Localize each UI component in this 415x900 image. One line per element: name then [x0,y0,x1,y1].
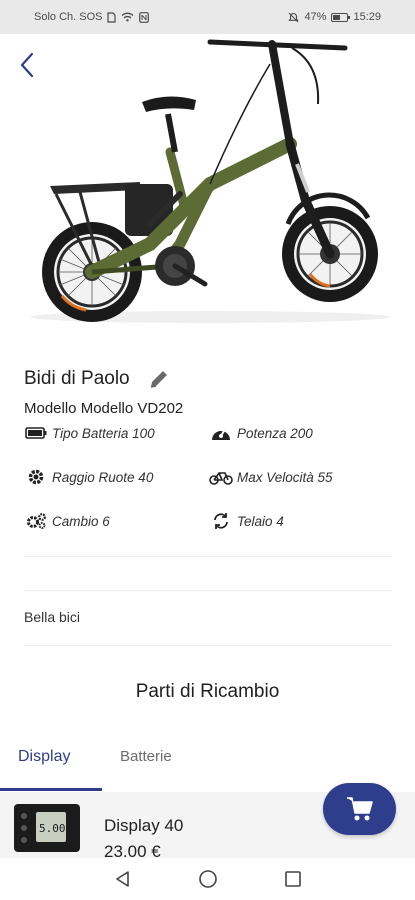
svg-text:5.00: 5.00 [39,822,66,835]
divider [24,556,392,557]
spare-parts-title: Parti di Ricambio [135,681,280,702]
back-button[interactable] [14,48,40,82]
divider [24,645,392,646]
nav-recents-button[interactable] [278,864,308,894]
folding-ebike-illustration [30,39,390,323]
part-name: Display 40 [104,816,184,835]
part-price: 23.00 € [104,842,161,858]
sim-icon [107,11,117,23]
nfc-icon [139,11,150,23]
spec-frame-text: Telaio 4 [237,513,284,529]
cart-button[interactable] [323,783,396,835]
cart-icon [346,797,373,821]
nav-back-button[interactable] [108,864,138,894]
spec-battery: Tipo Batteria 100 [24,423,209,443]
gears-icon [24,511,48,531]
status-right: 47% 15:29 [288,11,381,23]
battery-percent: 47% [304,11,327,23]
battery-icon [331,12,351,22]
wifi-icon [122,12,134,22]
spec-wheel: Raggio Ruote 40 [24,467,209,487]
battery-icon [24,423,48,443]
spec-wheel-text: Raggio Ruote 40 [52,469,154,485]
divider [24,590,392,591]
carrier-text: Solo Ch. SOS [34,11,103,23]
bike-image [0,34,415,334]
chevron-left-icon [20,52,34,78]
sync-icon [209,511,233,531]
spec-power-text: Potenza 200 [237,425,313,441]
system-nav-bar [0,858,415,900]
bike-name: Bidi di Paolo [24,368,130,389]
bicycle-icon [209,467,233,487]
status-bar: Solo Ch. SOS 47% 15:29 [0,0,415,34]
speedometer-icon [209,423,233,443]
tab-indicator [0,788,102,791]
spec-frame: Telaio 4 [209,511,394,531]
tab-display[interactable]: Display [18,748,70,766]
spec-grid: Tipo Batteria 100 Potenza 200 Raggio Ruo… [24,423,394,531]
nav-home-button[interactable] [193,864,223,894]
status-left: Solo Ch. SOS [34,11,150,23]
spec-max-speed: Max Velocità 55 [209,467,394,487]
edit-icon[interactable] [148,368,170,390]
clock: 15:29 [353,11,381,23]
spec-max-speed-text: Max Velocità 55 [237,469,333,485]
owner-row: Bidi di Paolo [24,368,394,390]
bike-model: Modello Modello VD202 [24,400,184,417]
bike-description: Bella bici [24,609,81,625]
spec-gears-text: Cambio 6 [52,513,110,529]
mute-icon [288,12,300,22]
spec-battery-text: Tipo Batteria 100 [52,425,155,441]
tab-batterie[interactable]: Batterie [120,748,172,765]
display-thumbnail: 5.00 [14,804,80,852]
spec-gears: Cambio 6 [24,511,209,531]
triangle-back-icon [115,871,129,887]
circle-home-icon [198,870,217,888]
bike-details: Bidi di Paolo Modello Modello VD202 Tipo… [24,368,394,531]
gear-icon [24,467,48,487]
spec-power: Potenza 200 [209,423,394,443]
square-recents-icon [284,871,301,887]
